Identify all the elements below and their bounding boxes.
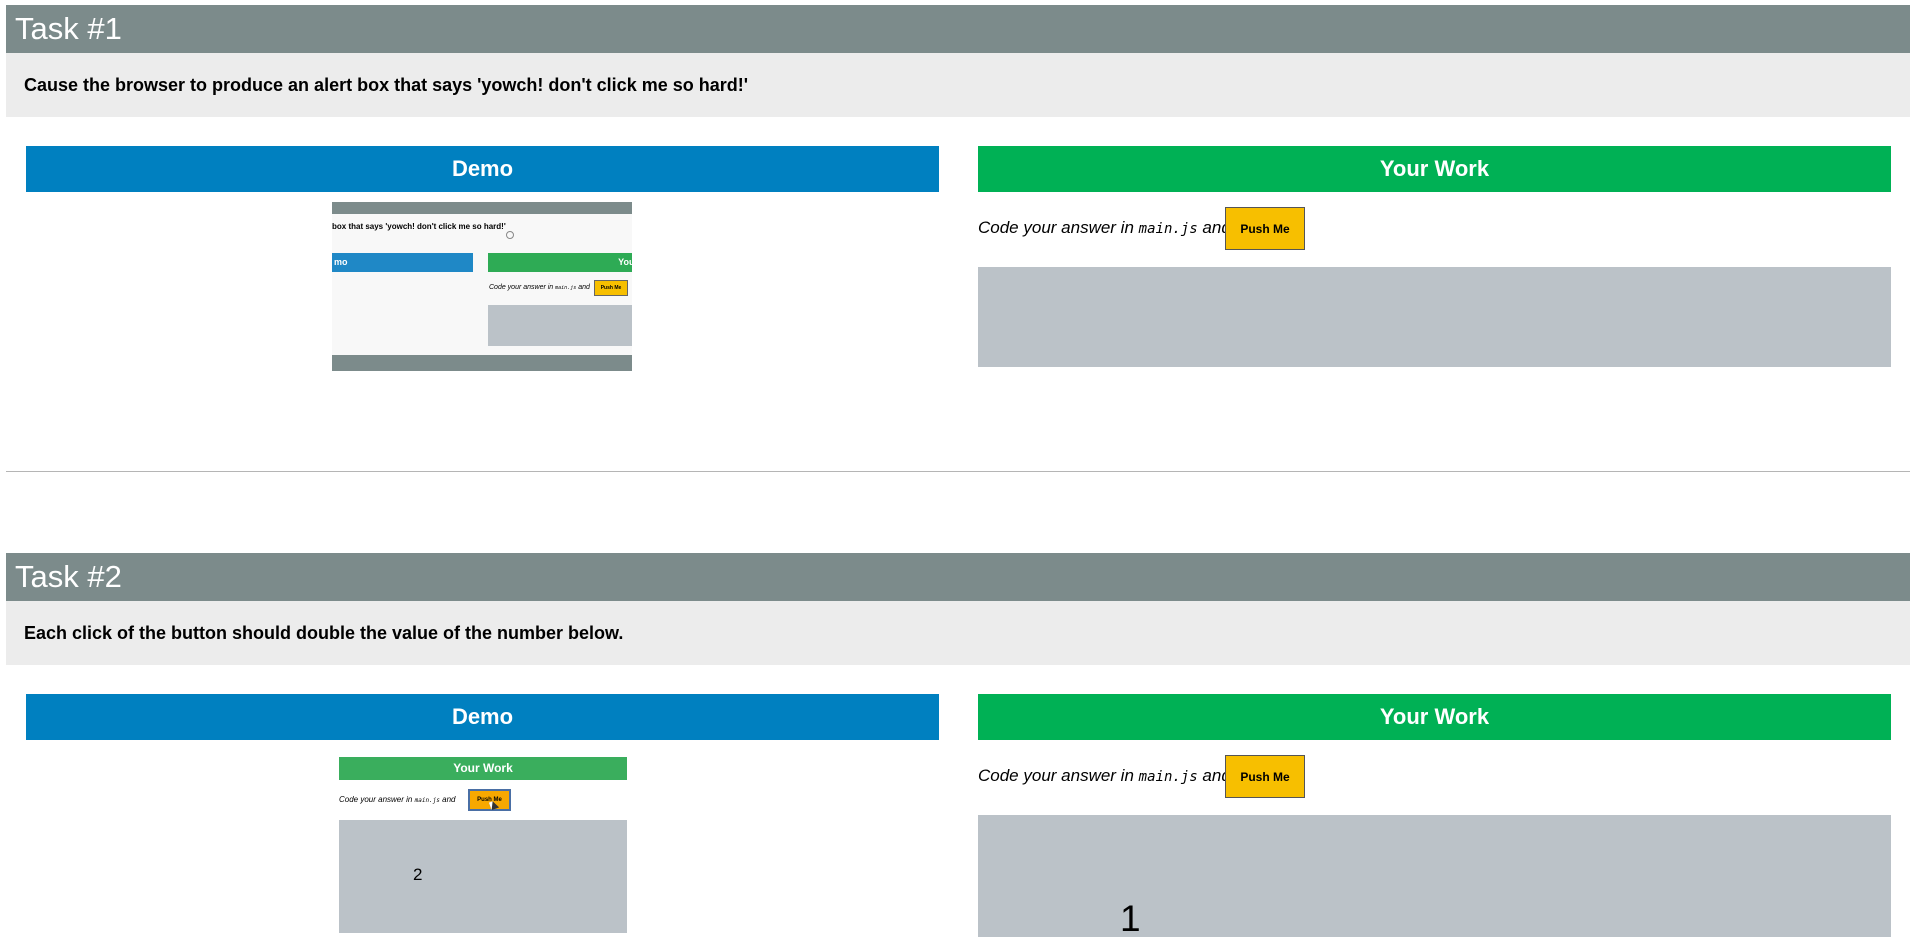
demo-preview-image: box that says 'yowch! don't click me so … <box>332 202 632 371</box>
preview-divider-bar <box>332 355 632 371</box>
demo-preview-image: Your Work Code your answer in main.js an… <box>339 757 627 933</box>
preview-instr-suffix: and <box>442 795 456 804</box>
preview-work-header: Your Work <box>339 757 627 780</box>
section-divider <box>6 471 1910 472</box>
task-title: Task #2 <box>6 553 1910 601</box>
your-work-header: Your Work <box>978 146 1891 192</box>
preview-description: box that says 'yowch! don't click me so … <box>332 222 506 231</box>
instr-file: main.js <box>1138 769 1198 785</box>
task-title: Task #1 <box>6 5 1910 53</box>
work-instructions: Code your answer in main.js and <box>978 766 1231 787</box>
preview-work-header: Your <box>488 253 632 272</box>
your-work-header: Your Work <box>978 694 1891 740</box>
preview-instructions: Code your answer in main.js and <box>489 284 590 291</box>
preview-instructions: Code your answer in main.js and <box>339 795 456 804</box>
instr-prefix: Code your answer in <box>978 766 1134 785</box>
preview-task-bar <box>332 202 632 214</box>
task-2: Task #2 Each click of the button should … <box>6 553 1910 665</box>
output-value: 1 <box>1120 898 1141 939</box>
spinner-icon <box>506 231 514 239</box>
preview-instr-suffix: and <box>578 284 590 291</box>
demo-header: Demo <box>26 146 939 192</box>
output-area <box>978 815 1891 937</box>
task-description: Cause the browser to produce an alert bo… <box>6 53 1910 117</box>
push-me-button[interactable]: Push Me <box>1225 207 1305 250</box>
preview-output <box>488 305 632 346</box>
task-description: Each click of the button should double t… <box>6 601 1910 665</box>
preview-instr-file: main.js <box>555 285 577 291</box>
preview-instr-prefix: Code your answer in <box>339 795 413 804</box>
push-me-button[interactable]: Push Me <box>1225 755 1305 798</box>
preview-output <box>339 820 627 933</box>
preview-demo-header: mo <box>332 253 473 272</box>
work-instructions: Code your answer in main.js and <box>978 218 1231 239</box>
preview-push-button: Push Me <box>468 789 511 811</box>
preview-instr-file: main.js <box>414 797 440 804</box>
preview-instr-prefix: Code your answer in <box>489 284 554 291</box>
preview-output-value: 2 <box>413 865 423 884</box>
instr-file: main.js <box>1138 221 1198 237</box>
instr-prefix: Code your answer in <box>978 218 1134 237</box>
output-area <box>978 267 1891 367</box>
task-1: Task #1 Cause the browser to produce an … <box>6 5 1910 117</box>
demo-header: Demo <box>26 694 939 740</box>
preview-push-button: Push Me <box>594 280 628 296</box>
